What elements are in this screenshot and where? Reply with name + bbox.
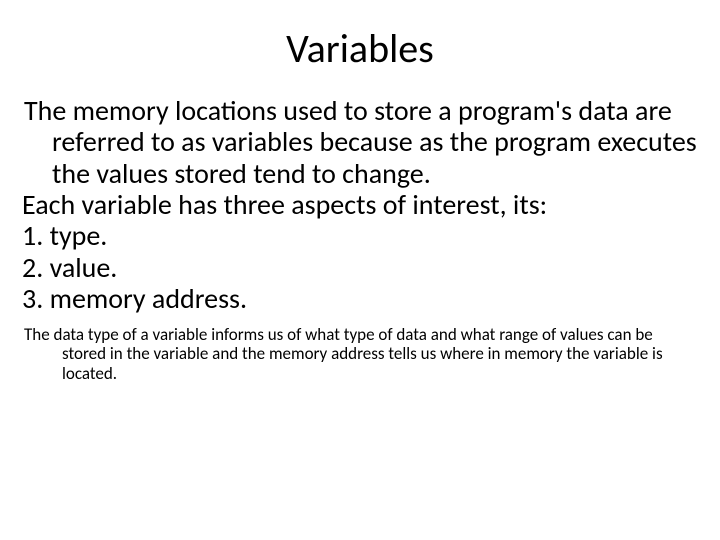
slide-container: Variables The memory locations used to s… xyxy=(0,0,720,540)
paragraph-main: The memory locations used to store a pro… xyxy=(22,95,700,189)
list-item-1: 1. type. xyxy=(22,220,700,251)
list-item-3: 3. memory address. xyxy=(22,283,700,314)
slide-title: Variables xyxy=(20,24,700,73)
paragraph-intro: Each variable has three aspects of inter… xyxy=(22,189,700,220)
slide-body: The memory locations used to store a pro… xyxy=(20,95,700,315)
footnote-block: The data type of a variable informs us o… xyxy=(20,325,700,384)
footnote-text: The data type of a variable informs us o… xyxy=(22,325,700,384)
list-item-2: 2. value. xyxy=(22,252,700,283)
